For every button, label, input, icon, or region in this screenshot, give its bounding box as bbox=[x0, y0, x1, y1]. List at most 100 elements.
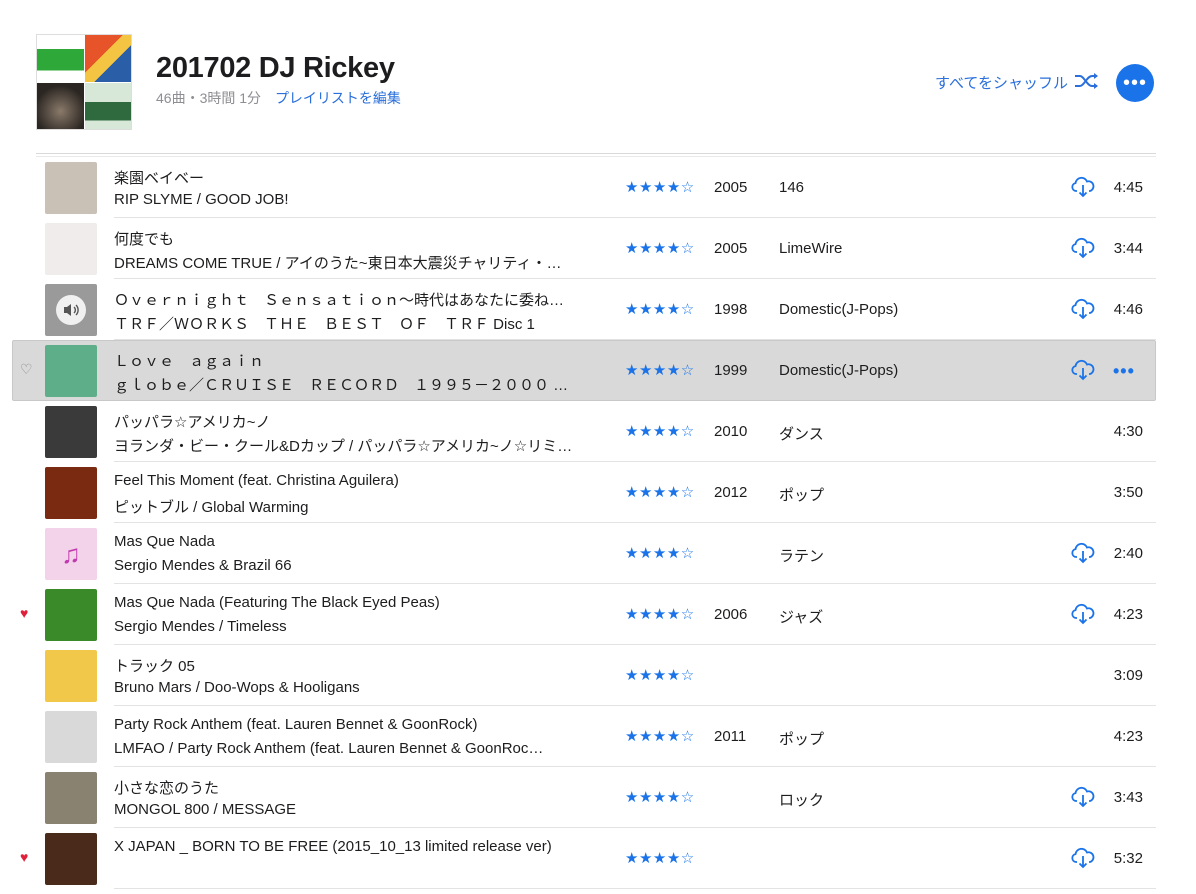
album-art[interactable] bbox=[45, 345, 97, 397]
rating-stars[interactable]: ★★★★☆ bbox=[625, 607, 695, 622]
track-artist-album: ヨランダ・ビー・クール&Dカップ / パッパラ☆アメリカ~ノ☆リミキ… bbox=[114, 438, 574, 455]
track-title: Ｏｖｅｒｎｉｇｈｔ Ｓｅｎｓａｔｉｏｎ～時代はあなたに委ねて… bbox=[114, 292, 574, 309]
cloud-download-icon[interactable] bbox=[1071, 542, 1095, 564]
album-art[interactable] bbox=[45, 650, 97, 702]
row-more-icon[interactable]: ••• bbox=[1113, 362, 1135, 380]
track-title: 楽園ベイベー bbox=[114, 170, 205, 187]
track-artist-album: LMFAO / Party Rock Anthem (feat. Lauren … bbox=[114, 740, 544, 757]
cloud-download-icon[interactable] bbox=[1071, 237, 1095, 259]
cloud-download-icon[interactable] bbox=[1071, 847, 1095, 869]
track-row[interactable]: ♥ X JAPAN _ BORN TO BE FREE (2015_10_13 l… bbox=[0, 828, 1196, 889]
track-year: 2010 bbox=[714, 423, 748, 440]
cloud-download-icon[interactable] bbox=[1071, 786, 1095, 808]
track-duration: 4:23 bbox=[1113, 606, 1143, 623]
rating-stars[interactable]: ★★★★☆ bbox=[625, 790, 695, 805]
album-art[interactable] bbox=[45, 162, 97, 214]
rating-stars[interactable]: ★★★★☆ bbox=[625, 729, 695, 744]
track-title: Mas Que Nada bbox=[114, 533, 215, 550]
track-row[interactable]: Feel This Moment (feat. Christina Aguile… bbox=[0, 462, 1196, 523]
cloud-download-icon[interactable] bbox=[1071, 176, 1095, 198]
track-artist-album: ピットブル / Global Warming bbox=[114, 499, 309, 516]
track-duration: 4:46 bbox=[1113, 301, 1143, 318]
track-title: Ｌｏｖｅ ａｇａｉｎ bbox=[114, 353, 265, 370]
track-artist-album: Sergio Mendes / Timeless bbox=[114, 618, 287, 635]
track-genre: ロック bbox=[779, 792, 825, 809]
album-art[interactable] bbox=[45, 467, 97, 519]
track-duration: 2:40 bbox=[1113, 545, 1143, 562]
track-year: 2005 bbox=[714, 240, 748, 257]
rating-stars[interactable]: ★★★★☆ bbox=[625, 546, 695, 561]
album-art[interactable] bbox=[45, 833, 97, 885]
track-row[interactable]: 楽園ベイベー RIP SLYME / GOOD JOB! ★★★★☆ 2005 146 4… bbox=[0, 157, 1196, 218]
track-artist-album: DREAMS COME TRUE / アイのうた~東日本大震災チャリティ・ア… bbox=[114, 255, 574, 272]
track-row[interactable]: パッパラ☆アメリカ~ノヨランダ・ビー・クール&Dカップ / パッパラ☆アメリカ~… bbox=[0, 401, 1196, 462]
cloud-download-icon[interactable] bbox=[1071, 359, 1095, 381]
shuffle-all-button[interactable]: すべてをシャッフル bbox=[935, 72, 1100, 93]
track-row[interactable]: 何度でも DREAMS COME TRUE / アイのうた~東日本大震災チャリティ… bbox=[0, 218, 1196, 279]
playlist-meta-text: 46曲・3時間 1分 bbox=[156, 90, 262, 106]
cloud-download-icon[interactable] bbox=[1071, 603, 1095, 625]
track-title: 何度でも bbox=[114, 231, 175, 248]
playlist-header: 201702 DJ Rickey 46曲・3時間 1分 プレイリストを編集 すべ… bbox=[0, 0, 1196, 157]
more-icon: ••• bbox=[1122, 72, 1147, 94]
track-row[interactable]: 小さな恋のうた MONGOL 800 / MESSAGE ★★★★☆ ロック 3:43 bbox=[0, 767, 1196, 828]
track-duration: 3:09 bbox=[1113, 667, 1143, 684]
track-artist-album: RIP SLYME / GOOD JOB! bbox=[114, 191, 289, 208]
rating-stars[interactable]: ★★★★☆ bbox=[625, 851, 695, 866]
track-duration: 3:50 bbox=[1113, 484, 1143, 501]
album-art[interactable] bbox=[45, 406, 97, 458]
track-genre: 146 bbox=[779, 179, 805, 196]
rating-stars[interactable]: ★★★★☆ bbox=[625, 302, 695, 317]
music-note-icon: ♫ bbox=[61, 538, 81, 569]
cloud-download-icon[interactable] bbox=[1071, 298, 1095, 320]
heart-icon[interactable]: ♥ bbox=[20, 606, 28, 620]
track-row[interactable]: ♥ Mas Que Nada (Featuring The Black Eyed … bbox=[0, 584, 1196, 645]
track-row[interactable]: ♡ Ｌｏｖｅ ａｇａｉｎ ｇｌｏｂｅ／ＣＲＵＩＳＥ ＲＥＣＯＲＤ １９９５－２０００… bbox=[0, 340, 1196, 401]
track-artist-album: Bruno Mars / Doo-Wops & Hooligans bbox=[114, 679, 360, 696]
track-year: 1998 bbox=[714, 301, 748, 318]
track-row[interactable]: ♫ Mas Que Nada Sergio Mendes & Brazil 66 ★★… bbox=[0, 523, 1196, 584]
track-genre: ポップ bbox=[779, 731, 825, 748]
rating-stars[interactable]: ★★★★☆ bbox=[625, 485, 695, 500]
album-art[interactable] bbox=[45, 711, 97, 763]
track-year: 2012 bbox=[714, 484, 748, 501]
track-row[interactable]: トラック 05 Bruno Mars / Doo-Wops & Hooligans… bbox=[0, 645, 1196, 706]
track-artist-album: Sergio Mendes & Brazil 66 bbox=[114, 557, 292, 574]
track-title: トラック 05 bbox=[114, 658, 195, 675]
rating-stars[interactable]: ★★★★☆ bbox=[625, 424, 695, 439]
track-title: パッパラ☆アメリカ~ノ bbox=[114, 414, 271, 431]
album-art[interactable] bbox=[45, 589, 97, 641]
shuffle-icon bbox=[1074, 72, 1100, 93]
heart-outline-icon[interactable]: ♡ bbox=[20, 362, 33, 376]
track-year: 2011 bbox=[714, 728, 747, 745]
album-art[interactable] bbox=[45, 284, 97, 336]
track-title: X JAPAN _ BORN TO BE FREE (2015_10_13 li… bbox=[114, 838, 552, 855]
album-art[interactable]: ♫ bbox=[45, 528, 97, 580]
track-year: 2005 bbox=[714, 179, 748, 196]
track-duration: 4:23 bbox=[1113, 728, 1143, 745]
playlist-title: 201702 DJ Rickey bbox=[156, 52, 395, 84]
track-title: Mas Que Nada (Featuring The Black Eyed P… bbox=[114, 594, 440, 611]
heart-icon[interactable]: ♥ bbox=[20, 850, 28, 864]
album-art[interactable] bbox=[45, 223, 97, 275]
track-duration: 4:45 bbox=[1113, 179, 1143, 196]
rating-stars[interactable]: ★★★★☆ bbox=[625, 668, 695, 683]
track-genre: LimeWire bbox=[779, 240, 843, 257]
now-playing-speaker-icon bbox=[45, 284, 97, 336]
rating-stars[interactable]: ★★★★☆ bbox=[625, 363, 695, 378]
playlist-cover-art bbox=[36, 34, 132, 130]
rating-stars[interactable]: ★★★★☆ bbox=[625, 180, 695, 195]
cover-tile bbox=[85, 35, 131, 82]
track-genre: Domestic(J-Pops) bbox=[779, 362, 899, 379]
playlist-more-button[interactable]: ••• bbox=[1116, 64, 1154, 102]
track-genre: ポップ bbox=[779, 487, 825, 504]
track-row[interactable]: Ｏｖｅｒｎｉｇｈｔ Ｓｅｎｓａｔｉｏｎ～時代はあなたに委ねて… ＴＲＦ／ＷＯＲＫＳ… bbox=[0, 279, 1196, 340]
edit-playlist-link[interactable]: プレイリストを編集 bbox=[275, 90, 401, 106]
rating-stars[interactable]: ★★★★☆ bbox=[625, 241, 695, 256]
track-artist-album: ｇｌｏｂｅ／ＣＲＵＩＳＥ ＲＥＣＯＲＤ １９９５－２０００ Dis… bbox=[114, 377, 574, 394]
track-title: 小さな恋のうた bbox=[114, 780, 220, 797]
cover-tile bbox=[37, 35, 84, 82]
album-art[interactable] bbox=[45, 772, 97, 824]
track-row[interactable]: Party Rock Anthem (feat. Lauren Bennet &… bbox=[0, 706, 1196, 767]
track-genre: ダンス bbox=[779, 426, 824, 443]
